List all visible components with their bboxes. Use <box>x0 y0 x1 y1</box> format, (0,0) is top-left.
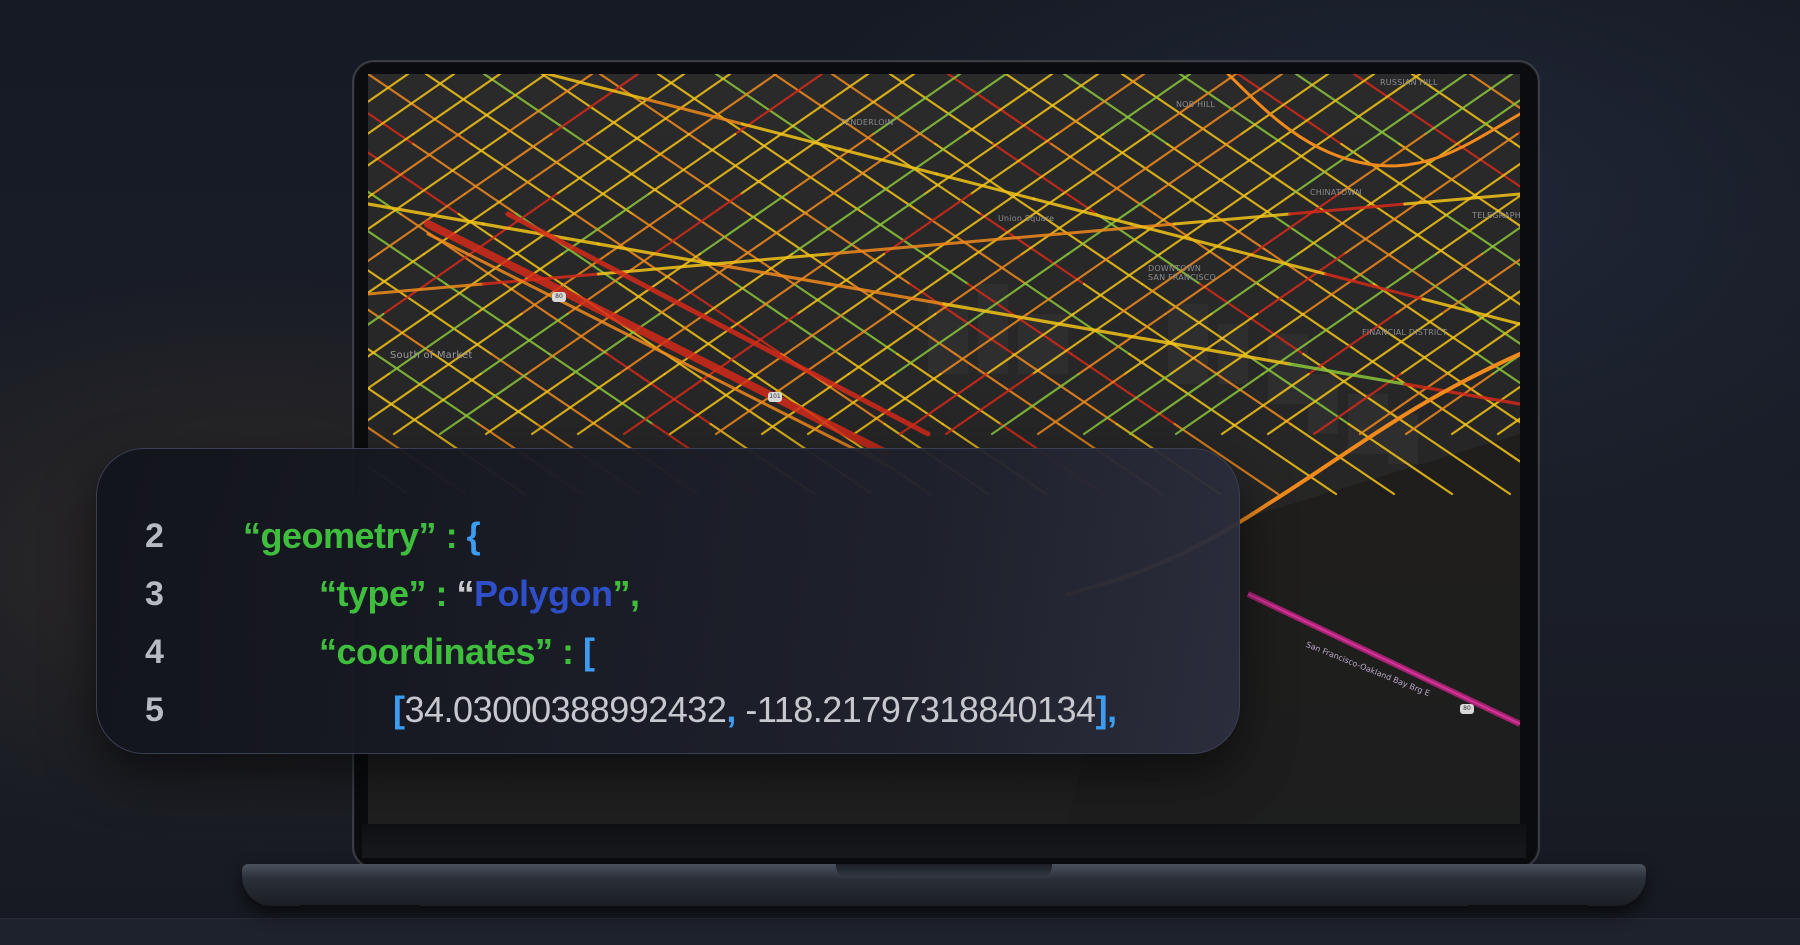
map-label-nob-hill: NOB HILL <box>1176 100 1216 109</box>
map-label-financial-district: FINANCIAL DISTRICT <box>1362 328 1448 337</box>
code-line: 4 “coordinates” : [ <box>97 627 1239 677</box>
code-line: 5 [34.03000388992432, -118.2179731884013… <box>97 685 1239 735</box>
json-latitude: 34.03000388992432 <box>404 689 727 730</box>
code-text: [34.03000388992432, -118.21797318840134]… <box>393 685 1117 735</box>
map-label-telegraph: TELEGRAPH H <box>1472 211 1520 220</box>
json-quote-close: ”, <box>612 573 641 614</box>
map-label-downtown: DOWNTOWN SAN FRANCISCO <box>1148 264 1217 282</box>
hero-stage: South of Market Union Square DOWNTOWN SA… <box>0 0 1800 945</box>
code-line: 2 “geometry” : { <box>97 511 1239 561</box>
floor <box>0 918 1800 945</box>
json-comma: , <box>726 689 736 730</box>
laptop-foot <box>300 905 420 911</box>
json-quote-open: “ <box>456 573 475 614</box>
json-bracket-close: ] <box>1095 689 1108 730</box>
line-number: 2 <box>145 517 164 555</box>
json-separator: : <box>552 631 584 672</box>
code-text: “coordinates” : [ <box>319 627 595 677</box>
code-text: “geometry” : { <box>243 511 481 561</box>
map-label-south-of-market: South of Market <box>390 350 473 361</box>
json-key: “type” <box>319 573 427 614</box>
json-trailing-comma: , <box>1107 689 1117 730</box>
code-line: 3 “type” : “Polygon”, <box>97 569 1239 619</box>
json-longitude: -118.21797318840134 <box>735 689 1096 730</box>
map-label-union-square: Union Square <box>998 214 1055 223</box>
json-open-brace: { <box>466 515 481 556</box>
code-text: “type” : “Polygon”, <box>319 569 640 619</box>
line-number: 5 <box>145 691 164 729</box>
highway-shield: 80 <box>1460 704 1474 714</box>
map-label-russian-hill: RUSSIAN HILL <box>1380 78 1438 87</box>
json-string-value: Polygon <box>474 573 613 614</box>
json-separator: : <box>436 515 467 556</box>
highway-shield: 101 <box>768 392 782 402</box>
json-separator: : <box>426 573 457 614</box>
code-snippet-card: 2 “geometry” : { 3 “type” : “Polygon”, 4… <box>96 448 1240 754</box>
map-label-tenderloin: TENDERLOIN <box>840 118 894 127</box>
json-bracket-open: [ <box>393 689 405 730</box>
laptop-notch <box>836 864 1052 878</box>
highway-shield: 80 <box>552 292 566 302</box>
json-key: “geometry” <box>243 515 437 556</box>
line-number: 4 <box>145 633 164 671</box>
json-open-bracket: [ <box>583 631 595 672</box>
laptop-bezel-bottom <box>362 824 1526 858</box>
json-key: “coordinates” <box>319 631 553 672</box>
map-label-chinatown: CHINATOWN <box>1310 188 1362 197</box>
laptop-foot <box>1468 905 1588 911</box>
line-number: 3 <box>145 575 164 613</box>
